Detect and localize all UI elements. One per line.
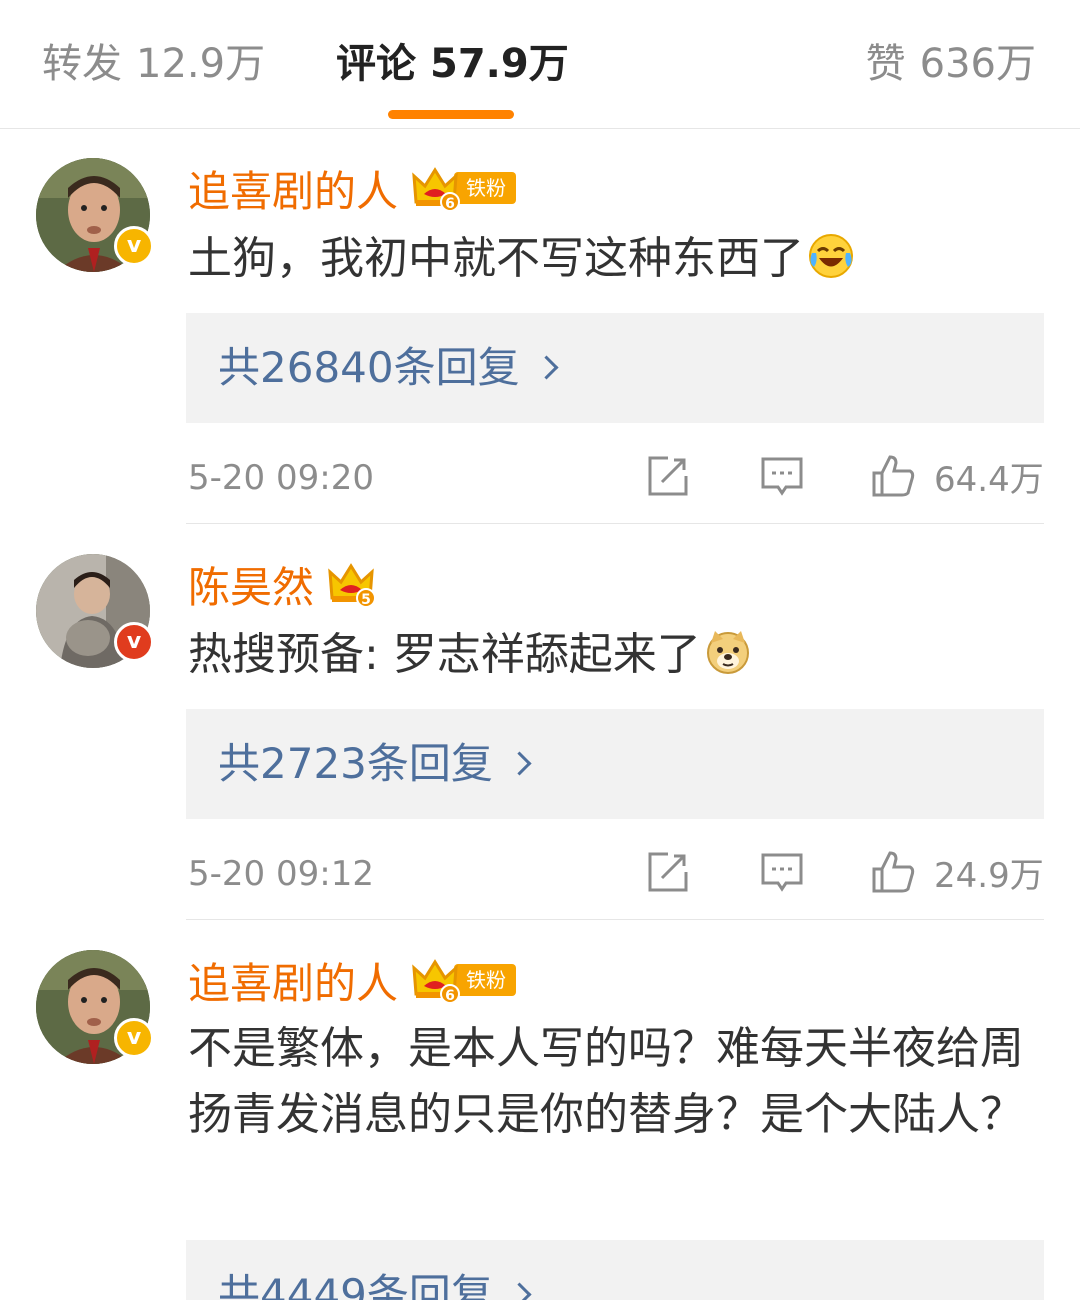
doge-emoji-icon — [705, 629, 751, 675]
verified-badge: v — [114, 622, 154, 662]
tab-comments[interactable]: 评论 57.9万 — [336, 36, 569, 92]
tab-repost-count: 12.9万 — [136, 41, 266, 87]
tab-repost[interactable]: 转发 12.9万 — [42, 36, 265, 92]
view-replies-button[interactable]: 共4449条回复 — [186, 1240, 1044, 1300]
tab-repost-label: 转发 — [42, 41, 122, 87]
verified-badge: v — [114, 1018, 154, 1058]
replies-count: 共26840条回复 — [218, 343, 520, 392]
member-crown-icon: 5 — [328, 562, 377, 608]
like-count: 64.4万 — [934, 459, 1044, 500]
comment-icon[interactable] — [760, 454, 804, 498]
tab-comments-label: 评论 — [336, 41, 416, 87]
avatar[interactable]: v — [36, 158, 154, 272]
tab-likes-count: 636万 — [919, 41, 1036, 87]
member-level: 5 — [356, 588, 377, 608]
member-crown-icon: 6 — [412, 958, 461, 1004]
member-level: 6 — [440, 984, 461, 1004]
view-replies-button[interactable]: 共2723条回复 — [186, 709, 1044, 819]
comment-text: 不是繁体，是本人写的吗？难每天半夜给周扬青发消息的只是你的替身？是个大陆人？ — [188, 1023, 1024, 1140]
active-tab-indicator — [388, 110, 514, 119]
like-count: 24.9万 — [934, 855, 1044, 896]
avatar[interactable]: v — [36, 554, 154, 668]
username[interactable]: 追喜剧的人 — [188, 158, 398, 219]
fan-badge: 铁粉 — [454, 964, 517, 996]
tab-likes[interactable]: 赞 636万 — [866, 36, 1036, 92]
comment-text: 土狗，我初中就不写这种东西了 — [188, 226, 1038, 292]
member-crown-icon: 6 — [412, 166, 461, 212]
username[interactable]: 追喜剧的人 — [188, 950, 398, 1011]
chevron-right-icon — [534, 355, 559, 380]
member-level: 6 — [440, 192, 461, 212]
thumbs-up-icon — [872, 851, 915, 893]
tab-likes-label: 赞 — [865, 41, 906, 87]
chevron-right-icon — [507, 1282, 532, 1300]
comment-item: v 陈昊然 5 热搜预备: 罗志祥舔起来了 共2723条回复 5-20 09:1… — [0, 524, 1080, 920]
repost-icon[interactable] — [646, 850, 690, 894]
timestamp: 5-20 09:12 — [188, 854, 374, 894]
view-replies-button[interactable]: 共26840条回复 — [186, 313, 1044, 423]
replies-count: 共2723条回复 — [218, 739, 493, 788]
comment-icon[interactable] — [760, 850, 804, 894]
repost-icon[interactable] — [646, 454, 690, 498]
fan-badge: 铁粉 — [454, 172, 517, 204]
replies-count: 共4449条回复 — [218, 1270, 493, 1300]
timestamp: 5-20 09:20 — [188, 458, 374, 498]
like-button[interactable]: 24.9万 — [870, 850, 1044, 896]
verified-badge: v — [114, 226, 154, 266]
like-button[interactable]: 64.4万 — [870, 454, 1044, 500]
thumbs-up-icon — [872, 455, 915, 497]
chevron-right-icon — [507, 751, 532, 776]
avatar[interactable]: v — [36, 950, 154, 1064]
tab-comments-count: 57.9万 — [430, 41, 569, 87]
comment-text: 热搜预备: 罗志祥舔起来了 — [188, 622, 1038, 688]
comment-item: v 追喜剧的人 6 铁粉 不是繁体，是本人写的吗？难每天半夜给周扬青发消息的只是… — [0, 920, 1080, 1300]
tab-bar: 转发 12.9万 评论 57.9万 赞 636万 — [0, 0, 1080, 129]
comment-item: v 追喜剧的人 6 铁粉 土狗，我初中就不写这种东西了 共26840条回复 5-… — [0, 128, 1080, 524]
laugh-cry-emoji-icon — [808, 233, 854, 279]
username[interactable]: 陈昊然 — [188, 554, 314, 615]
